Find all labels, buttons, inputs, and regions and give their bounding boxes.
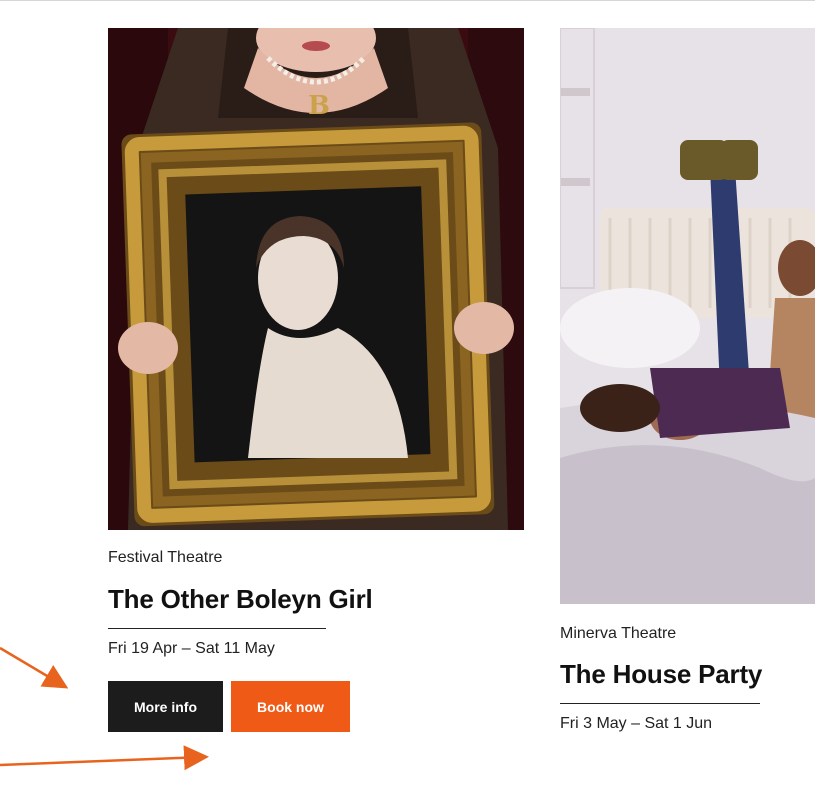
- arrow-to-buttons: [0, 646, 69, 689]
- event-image-house-party[interactable]: [560, 28, 815, 604]
- event-title[interactable]: The House Party: [560, 659, 762, 690]
- event-dates: Fri 19 Apr – Sat 11 May: [108, 640, 275, 657]
- title-underline: [108, 628, 326, 629]
- whats-on-page: B Festival Theatre The Other Boleyn Girl…: [0, 0, 815, 791]
- event-image-illustration: [560, 28, 815, 604]
- event-dates: Fri 3 May – Sat 1 Jun: [560, 715, 713, 732]
- event-image-illustration: B: [108, 28, 524, 530]
- svg-text:B: B: [308, 91, 330, 121]
- title-underline: [560, 703, 760, 704]
- book-now-button[interactable]: Book now: [231, 681, 350, 732]
- event-venue: Minerva Theatre: [560, 625, 677, 642]
- top-divider: [0, 0, 815, 1]
- event-venue: Festival Theatre: [108, 549, 223, 566]
- arrow-to-below-buttons: [0, 745, 209, 771]
- event-title[interactable]: The Other Boleyn Girl: [108, 584, 373, 615]
- more-info-button[interactable]: More info: [108, 681, 223, 732]
- event-image-other-boleyn-girl[interactable]: B: [108, 28, 524, 530]
